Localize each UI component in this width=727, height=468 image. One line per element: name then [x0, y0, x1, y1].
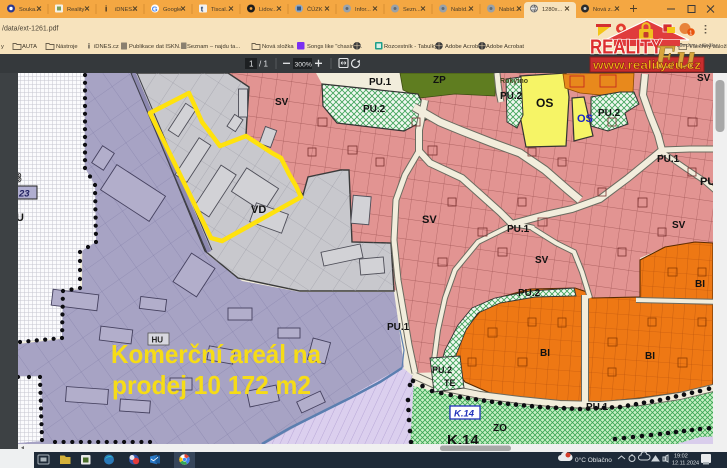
svg-text:OS: OS [536, 96, 553, 110]
svg-text:/ 1: / 1 [259, 60, 268, 69]
svg-text:G: G [152, 4, 158, 13]
svg-text:PU.2: PU.2 [500, 91, 523, 102]
svg-text:TE: TE [444, 378, 456, 388]
svg-text:y: y [1, 44, 4, 50]
svg-text:SV: SV [422, 214, 437, 226]
svg-text:Komerční areál na: Komerční areál na [111, 339, 321, 369]
svg-text:Seznam – najdu ta...: Seznam – najdu ta... [187, 44, 241, 50]
svg-text:23: 23 [18, 189, 30, 200]
svg-text:Nová z...: Nová z... [593, 7, 616, 13]
svg-text:PU.2: PU.2 [518, 288, 541, 299]
svg-text:PU.2: PU.2 [432, 365, 452, 375]
svg-text:PU.1: PU.1 [657, 154, 680, 165]
svg-text:Adobe Acrobat: Adobe Acrobat [445, 44, 483, 50]
svg-text:1280x...: 1280x... [542, 7, 563, 13]
svg-text:Tiscal...: Tiscal... [211, 7, 231, 13]
svg-text:Rozcestník - Tabulky...: Rozcestník - Tabulky... [384, 44, 442, 50]
svg-text:SV: SV [697, 73, 711, 84]
svg-text:REALITY: REALITY [590, 37, 663, 59]
svg-text:Nabíd...: Nabíd... [499, 7, 519, 13]
svg-text:SV: SV [535, 255, 549, 266]
svg-text:prodej 10 172 m2: prodej 10 172 m2 [112, 370, 311, 400]
svg-text:0°C Oblačno: 0°C Oblačno [575, 456, 612, 464]
svg-text:1: 1 [249, 60, 254, 69]
svg-text:AUTA: AUTA [22, 44, 37, 50]
svg-text:PU.1: PU.1 [387, 322, 410, 333]
svg-text:1: 1 [689, 31, 692, 37]
svg-text:K.14: K.14 [454, 409, 475, 420]
svg-text:Sezn...: Sezn... [403, 7, 421, 13]
svg-text:BI: BI [540, 348, 550, 359]
svg-text:Nástroje: Nástroje [56, 44, 78, 50]
svg-text:i: i [105, 5, 107, 14]
svg-text:BI: BI [695, 279, 705, 290]
svg-text:Google: Google [163, 7, 181, 13]
svg-text:PU.2: PU.2 [598, 108, 621, 119]
svg-text:Rokytno: Rokytno [500, 78, 528, 85]
svg-text:VD: VD [251, 204, 266, 216]
svg-text:PU.1: PU.1 [586, 402, 609, 413]
svg-text:19:02: 19:02 [674, 454, 688, 460]
svg-text:www.realityeu.cz: www.realityeu.cz [592, 60, 701, 72]
svg-text:OS: OS [577, 113, 593, 125]
svg-text:SV: SV [672, 220, 686, 231]
svg-text:Nová složka: Nová složka [262, 44, 294, 50]
svg-text:Lidov...: Lidov... [259, 7, 277, 13]
svg-text:i: i [88, 44, 90, 51]
svg-text:Adobe Acrobat: Adobe Acrobat [486, 44, 524, 50]
svg-text:PU.1: PU.1 [369, 77, 392, 88]
svg-text:ČÚZK: ČÚZK [307, 6, 323, 13]
svg-text:300%: 300% [295, 61, 312, 68]
svg-text:12.11.2024: 12.11.2024 [672, 461, 699, 467]
svg-text:PU.2: PU.2 [363, 104, 386, 115]
svg-text:SV: SV [275, 97, 289, 108]
svg-text:BI: BI [645, 351, 655, 362]
svg-text:ZO: ZO [493, 423, 507, 434]
svg-text:Reality: Reality [67, 7, 85, 13]
svg-text:Infor...: Infor... [355, 7, 371, 13]
svg-text:ZP: ZP [433, 75, 446, 86]
svg-text:Publikace dat ISKN...: Publikace dat ISKN... [129, 44, 184, 50]
svg-text:iDNES.cz: iDNES.cz [94, 44, 119, 50]
svg-text:PU.1: PU.1 [507, 224, 530, 235]
svg-text:Nabíd...: Nabíd... [451, 7, 471, 13]
svg-text:/data/ext-1261.pdf: /data/ext-1261.pdf [2, 26, 58, 33]
